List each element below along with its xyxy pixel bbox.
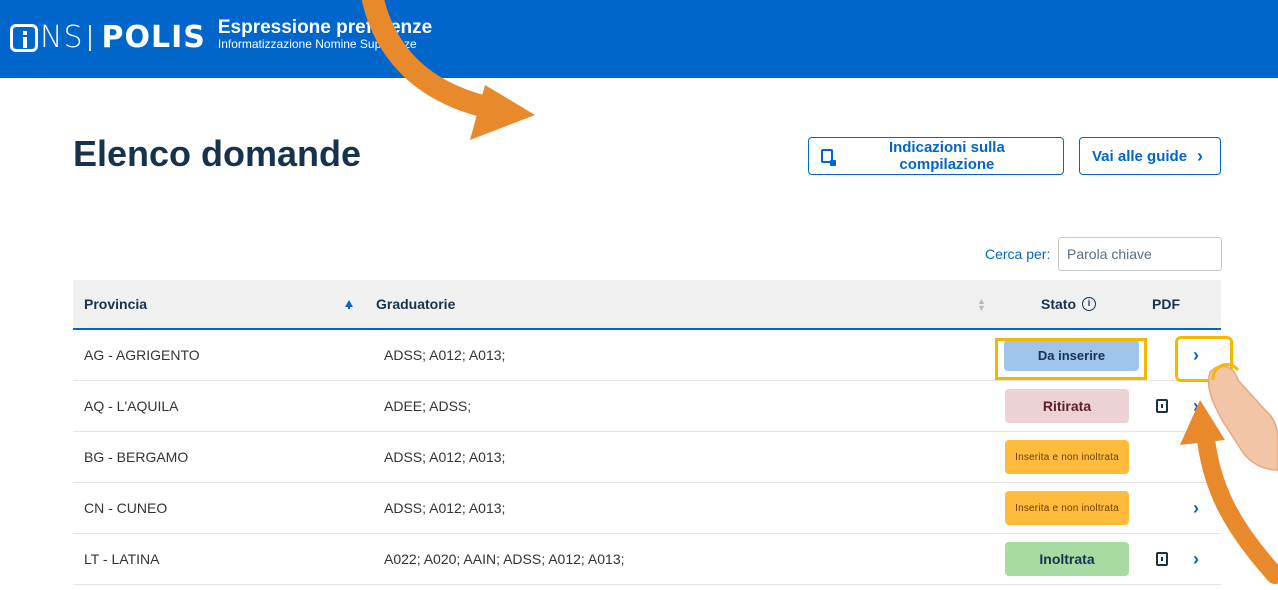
chevron-right-icon[interactable]: › xyxy=(1193,549,1199,570)
highlight-annotation xyxy=(1175,336,1233,382)
table-row: CN - CUNEO ADSS; A012; A013; Inserita e … xyxy=(73,483,1221,534)
ins-logo-text: NS xyxy=(10,20,83,55)
cell-provincia: AG - AGRIGENTO xyxy=(84,347,200,363)
info-circle-icon[interactable]: i xyxy=(1082,297,1096,311)
search-label: Cerca per: xyxy=(985,246,1051,262)
indicazioni-label: Indicazioni sulla compilazione xyxy=(888,139,1005,173)
sort-icon[interactable]: ▲ ▼ xyxy=(977,297,986,313)
inspolis-logo[interactable]: NS POLIS Espressione preferenze Informat… xyxy=(10,18,432,55)
cell-provincia: CN - CUNEO xyxy=(84,500,168,516)
logo-divider xyxy=(89,24,92,51)
page-title: Elenco domande xyxy=(73,133,362,174)
status-badge: Inserita e non inoltrata xyxy=(1005,440,1129,474)
col-header-stato: Stato i xyxy=(1041,296,1096,312)
document-icon xyxy=(821,149,836,166)
indicazioni-compilazione-button[interactable]: Indicazioni sulla compilazione xyxy=(808,137,1064,175)
table-row: LT - LATINA A022; A020; AAIN; ADSS; A012… xyxy=(73,534,1221,585)
status-badge: Inoltrata xyxy=(1005,542,1129,576)
col-header-pdf: PDF xyxy=(1152,296,1180,312)
table-row: AQ - L'AQUILA ADEE; ADSS; Ritirata › xyxy=(73,381,1221,432)
app-subtitle: Informatizzazione Nomine Supplenze xyxy=(217,37,417,52)
guide-label: Vai alle guide xyxy=(1092,147,1188,165)
chevron-right-icon[interactable]: › xyxy=(1193,345,1199,366)
pdf-file-icon[interactable] xyxy=(1156,399,1168,413)
sort-ascending-icon[interactable] xyxy=(345,300,353,309)
info-i-icon xyxy=(10,23,38,52)
pdf-file-icon[interactable] xyxy=(1156,552,1168,566)
top-header-bar: NS POLIS Espressione preferenze Informat… xyxy=(0,0,1278,78)
vai-alle-guide-button[interactable]: Vai alle guide › xyxy=(1079,137,1221,175)
search-input[interactable] xyxy=(1058,237,1222,271)
chevron-right-icon: › xyxy=(1197,145,1204,166)
app-title: Espressione preferenze xyxy=(217,17,433,39)
table-row: BG - BERGAMO ADSS; A012; A013; Inserita … xyxy=(73,432,1221,483)
cell-provincia: AQ - L'AQUILA xyxy=(84,398,179,414)
col-header-graduatorie[interactable]: Graduatorie xyxy=(376,296,455,312)
table-row: AG - AGRIGENTO ADSS; A012; A013; Da inse… xyxy=(73,330,1233,382)
chevron-right-icon[interactable]: › xyxy=(1193,498,1199,519)
status-badge: Inserita e non inoltrata xyxy=(1005,491,1129,525)
app-name-block: Espressione preferenze Informatizzazione… xyxy=(218,18,432,51)
cell-provincia: BG - BERGAMO xyxy=(84,449,189,465)
cell-graduatorie: A022; A020; AAIN; ADSS; A012; A013; xyxy=(384,551,625,567)
cell-graduatorie: ADEE; ADSS; xyxy=(384,398,472,414)
polis-logo-text: POLIS xyxy=(101,20,206,55)
cell-graduatorie: ADSS; A012; A013; xyxy=(384,347,506,363)
highlight-annotation xyxy=(995,338,1147,380)
domande-table: Provincia Graduatorie ▲ ▼ Stato i PDF AG … xyxy=(73,280,1233,585)
cell-provincia: LT - LATINA xyxy=(84,551,160,567)
chevron-right-icon[interactable]: › xyxy=(1193,396,1199,417)
cell-graduatorie: ADSS; A012; A013; xyxy=(384,500,506,516)
table-header: Provincia Graduatorie ▲ ▼ Stato i PDF xyxy=(73,280,1221,330)
cell-graduatorie: ADSS; A012; A013; xyxy=(384,449,506,465)
status-badge: Ritirata xyxy=(1005,389,1129,423)
col-header-provincia[interactable]: Provincia xyxy=(84,296,147,312)
stato-label: Stato xyxy=(1041,296,1076,312)
